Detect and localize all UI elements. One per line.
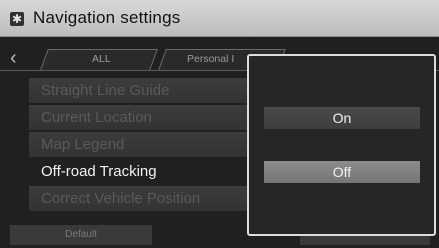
navigation-settings-screen: ✱ Navigation settings ‹ ALL Personal I S… [0,0,439,248]
option-on-button[interactable]: On [264,107,420,129]
option-popup: On Off [247,54,436,236]
title-bar: ✱ Navigation settings [0,0,439,37]
menu-item-map-legend[interactable]: Map Legend [29,132,259,157]
menu-item-current-location[interactable]: Current Location [29,105,259,130]
menu-item-off-road-tracking[interactable]: Off-road Tracking [29,159,259,184]
page-title: Navigation settings [33,8,181,27]
default-button[interactable]: Default [10,225,152,245]
chevron-left-icon[interactable]: ‹ [10,48,30,68]
tab-personal-label: Personal I [187,53,235,65]
gear-icon: ✱ [10,12,24,26]
tab-all-label: ALL [92,53,111,65]
menu-item-straight-line-guide[interactable]: Straight Line Guide [29,78,259,103]
menu-item-correct-vehicle-position[interactable]: Correct Vehicle Position [29,186,259,211]
option-off-button[interactable]: Off [264,161,420,183]
